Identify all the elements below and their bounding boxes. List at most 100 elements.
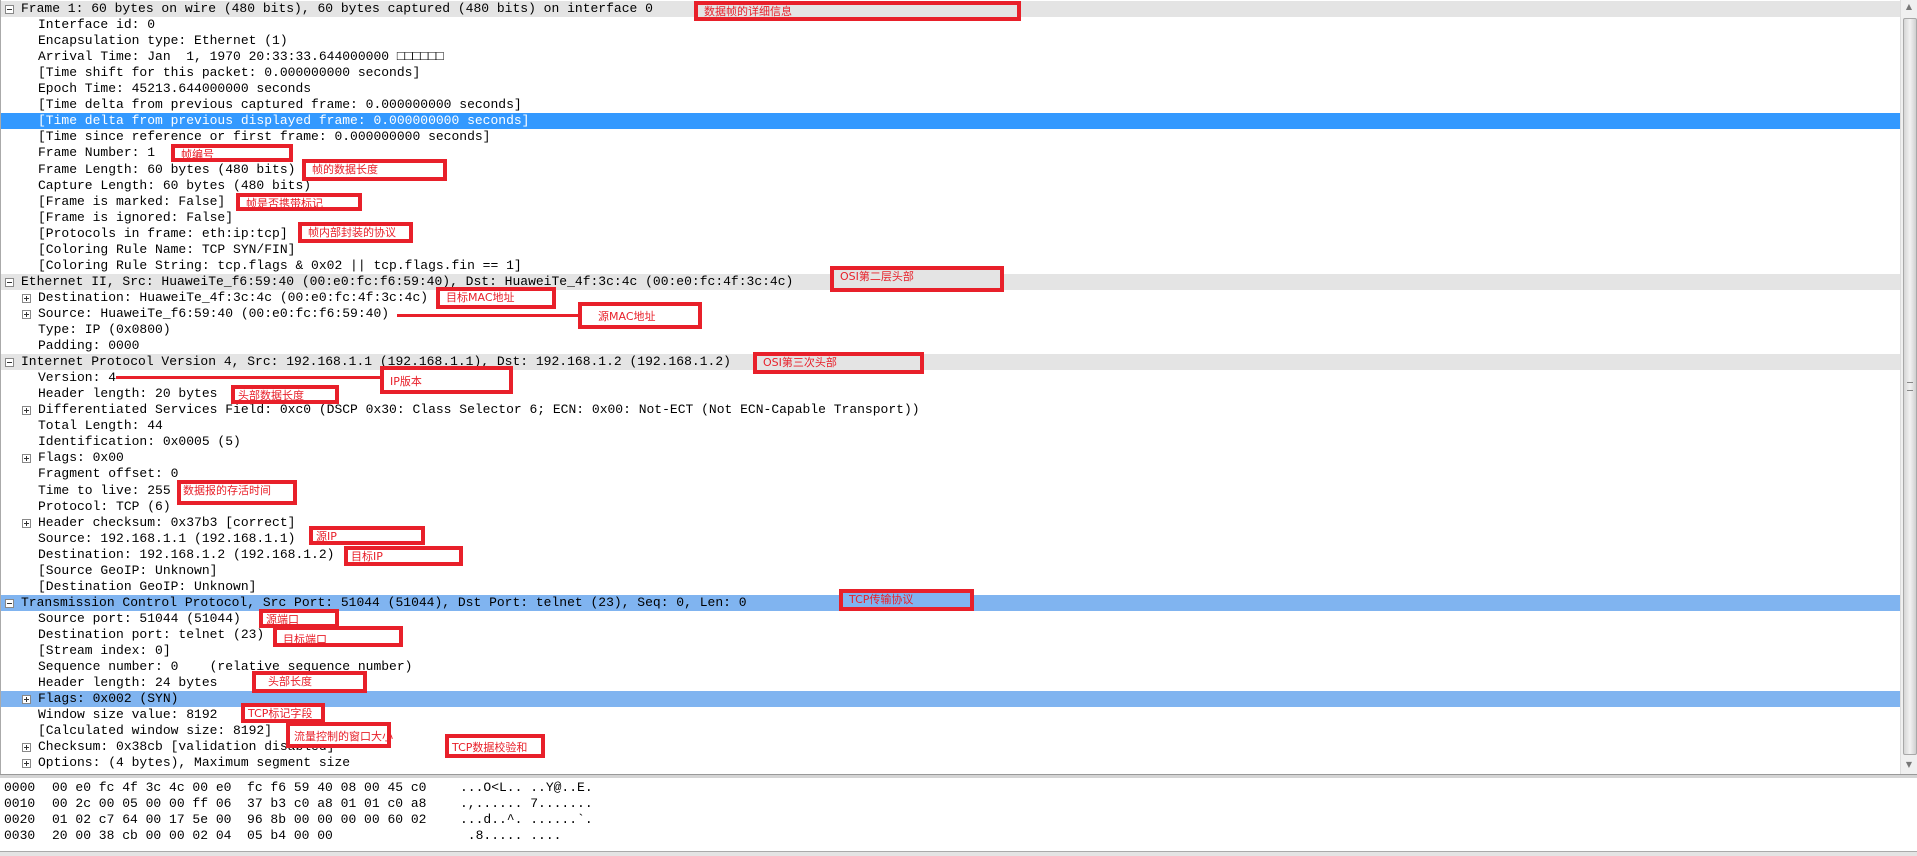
connector-line — [397, 314, 579, 317]
tree-item-label: [Stream index: 0] — [38, 643, 171, 658]
collapse-icon[interactable] — [5, 5, 14, 14]
annotation-src-ip: 源IP — [309, 526, 425, 545]
hex-offset: 0030 — [4, 828, 36, 843]
hex-bytes: 00 2c 00 05 00 00 ff 06 37 b3 c0 a8 01 0… — [52, 796, 427, 811]
tree-item-label: Source: HuaweiTe_f6:59:40 (00:e0:fc:f6:5… — [38, 305, 390, 321]
tree-item-label: Encapsulation type: Ethernet (1) — [38, 33, 288, 49]
expand-icon[interactable] — [22, 293, 31, 303]
tree-item[interactable]: Type: IP (0x0800) — [1, 322, 1900, 338]
tree-item[interactable]: Differentiated Services Field: 0xc0 (DSC… — [1, 402, 1900, 418]
tree-item-label: Type: IP (0x0800) — [38, 322, 171, 337]
tree-item-label: [Frame is ignored: False] — [38, 209, 234, 225]
annotation-dst-ip: 目标IP — [344, 546, 463, 566]
hex-bytes: 20 00 38 cb 00 00 02 04 05 b4 00 00 — [52, 828, 333, 843]
tree-item[interactable]: Padding: 0000 — [1, 338, 1900, 354]
tree-item-label: Total Length: 44 — [38, 418, 163, 434]
expand-icon[interactable] — [22, 743, 31, 753]
tree-item[interactable]: [Time shift for this packet: 0.000000000… — [1, 65, 1900, 81]
tree-item[interactable]: Options: (4 bytes), Maximum segment size — [1, 755, 1900, 771]
tree-item-label: Flags: 0x00 — [38, 450, 124, 466]
tree-item[interactable]: Encapsulation type: Ethernet (1) — [1, 33, 1900, 49]
tree-item-label: Source port: 51044 (51044) — [38, 610, 241, 626]
tree-item-label: Destination: HuaweiTe_4f:3c:4c (00:e0:fc… — [38, 289, 429, 305]
expand-icon[interactable] — [22, 406, 31, 416]
tree-item-label: [Frame is marked: False] — [38, 193, 226, 209]
tree-item[interactable]: [Time since reference or first frame: 0.… — [1, 129, 1900, 145]
tree-item-label: Flags: 0x002 (SYN) — [38, 691, 179, 707]
tree-item[interactable]: Arrival Time: Jan 1, 1970 20:33:33.64400… — [1, 49, 1900, 65]
tree-item-label: Arrival Time: Jan 1, 1970 20:33:33.64400… — [38, 49, 444, 65]
tree-item-label: Internet Protocol Version 4, Src: 192.16… — [21, 354, 731, 370]
horizontal-scrollbar[interactable] — [0, 851, 1917, 856]
annotation-ttl: 数据报的存活时间 — [177, 480, 297, 505]
tree-item[interactable]: Destination: HuaweiTe_4f:3c:4c (00:e0:fc… — [1, 290, 1900, 306]
collapse-icon[interactable] — [5, 277, 14, 287]
annotation-dst-port: 目标端口 — [273, 626, 403, 647]
tree-item-label: [Calculated window size: 8192] — [38, 723, 273, 739]
annotation-frame-number: 帧编号 — [171, 144, 293, 162]
scroll-down-arrow-icon[interactable]: ▼ — [1901, 758, 1917, 772]
annotation-tcp-flags: TCP标记字段 — [241, 703, 325, 723]
tree-item-label: [Protocols in frame: eth:ip:tcp] — [38, 225, 288, 241]
tree-item-label: Frame Number: 1 — [38, 145, 156, 161]
collapse-icon[interactable] — [5, 358, 14, 368]
tree-section-header[interactable]: Internet Protocol Version 4, Src: 192.16… — [1, 354, 1900, 371]
annotation-ip-version: IP版本 — [380, 366, 513, 394]
hex-ascii: ...d..^. ......`. — [460, 812, 593, 827]
annotation-frame-details: 数据帧的详细信息 — [694, 1, 1021, 21]
tree-item[interactable]: [Frame is ignored: False] — [1, 210, 1900, 226]
tree-item-label: Destination port: telnet (23) — [38, 626, 265, 642]
grip-icon — [1907, 382, 1913, 391]
tree-item[interactable]: Header checksum: 0x37b3 [correct] — [1, 515, 1900, 531]
tree-item-label: [Time delta from previous captured frame… — [38, 97, 522, 113]
annotation-checksum: TCP数据校验和 — [445, 734, 545, 758]
annotation-window-size: 流量控制的窗口大小 — [286, 722, 393, 748]
tree-item[interactable]: Epoch Time: 45213.644000000 seconds — [1, 81, 1900, 97]
tree-item[interactable]: [Source GeoIP: Unknown] — [1, 563, 1900, 579]
annotation-src-mac: 源MAC地址 — [578, 302, 702, 329]
hex-bytes: 01 02 c7 64 00 17 5e 00 96 8b 00 00 00 0… — [52, 812, 427, 827]
tree-item[interactable]: Flags: 0x00 — [1, 450, 1900, 466]
tree-item-label: [Time shift for this packet: 0.000000000… — [38, 65, 421, 81]
tree-item-label: Frame Length: 60 bytes (480 bits) — [38, 161, 296, 177]
tree-item-label: Capture Length: 60 bytes (480 bits) — [38, 177, 312, 193]
tree-item[interactable]: [Time delta from previous displayed fram… — [1, 113, 1900, 130]
vertical-scrollbar[interactable]: ▲ ▼ — [1900, 0, 1917, 774]
tree-item[interactable]: [Time delta from previous captured frame… — [1, 97, 1900, 113]
connector-line — [116, 376, 381, 379]
tree-item[interactable]: Capture Length: 60 bytes (480 bits) — [1, 178, 1900, 194]
tree-item[interactable]: Source: HuaweiTe_f6:59:40 (00:e0:fc:f6:5… — [1, 306, 1900, 322]
annotation-frame-length: 帧的数据长度 — [302, 159, 447, 181]
annotation-ip-header-length: 头部数据长度 — [231, 385, 339, 404]
tree-item-label: [Destination GeoIP: Unknown] — [38, 578, 257, 594]
hex-offset: 0020 — [4, 812, 36, 827]
scroll-up-arrow-icon[interactable]: ▲ — [1901, 0, 1917, 14]
expand-icon[interactable] — [22, 695, 31, 705]
expand-icon[interactable] — [22, 518, 31, 528]
tree-item-label: [Coloring Rule Name: TCP SYN/FIN] — [38, 241, 296, 257]
tree-item[interactable]: Total Length: 44 — [1, 418, 1900, 434]
tree-item[interactable]: [Coloring Rule Name: TCP SYN/FIN] — [1, 242, 1900, 258]
tree-item-label: [Coloring Rule String: tcp.flags & 0x02 … — [38, 257, 522, 273]
tree-item-label: Options: (4 bytes), Maximum segment size — [38, 755, 351, 771]
tree-item[interactable]: Source: 192.168.1.1 (192.168.1.1) — [1, 531, 1900, 547]
tree-item[interactable]: [Protocols in frame: eth:ip:tcp] — [1, 226, 1900, 242]
tree-item[interactable]: Identification: 0x0005 (5) — [1, 434, 1900, 450]
tree-item-label: Protocol: TCP (6) — [38, 498, 171, 514]
tree-item-label: Ethernet II, Src: HuaweiTe_f6:59:40 (00:… — [21, 273, 794, 289]
expand-icon[interactable] — [22, 759, 31, 769]
tree-item-label: Header length: 20 bytes — [38, 386, 218, 402]
expand-icon[interactable] — [22, 454, 31, 464]
scrollbar-thumb[interactable] — [1903, 18, 1917, 755]
tree-item-label: Time to live: 255 — [38, 482, 171, 498]
hex-ascii: ...O<L.. ..Y@..E. — [460, 780, 593, 795]
expand-icon[interactable] — [22, 309, 31, 319]
tree-item[interactable]: Frame Length: 60 bytes (480 bits) — [1, 162, 1900, 178]
packet-bytes-pane[interactable]: 0000 00 e0 fc 4f 3c 4c 00 e0 fc f6 59 40 … — [0, 778, 1917, 852]
tree-item-label: Frame 1: 60 bytes on wire (480 bits), 60… — [21, 1, 653, 16]
hex-offset: 0010 — [4, 796, 36, 811]
tree-item-label: Padding: 0000 — [38, 338, 140, 354]
tree-item[interactable]: Destination: 192.168.1.2 (192.168.1.2) — [1, 547, 1900, 563]
tree-item-label: Interface id: 0 — [38, 17, 156, 33]
collapse-icon[interactable] — [5, 598, 14, 608]
